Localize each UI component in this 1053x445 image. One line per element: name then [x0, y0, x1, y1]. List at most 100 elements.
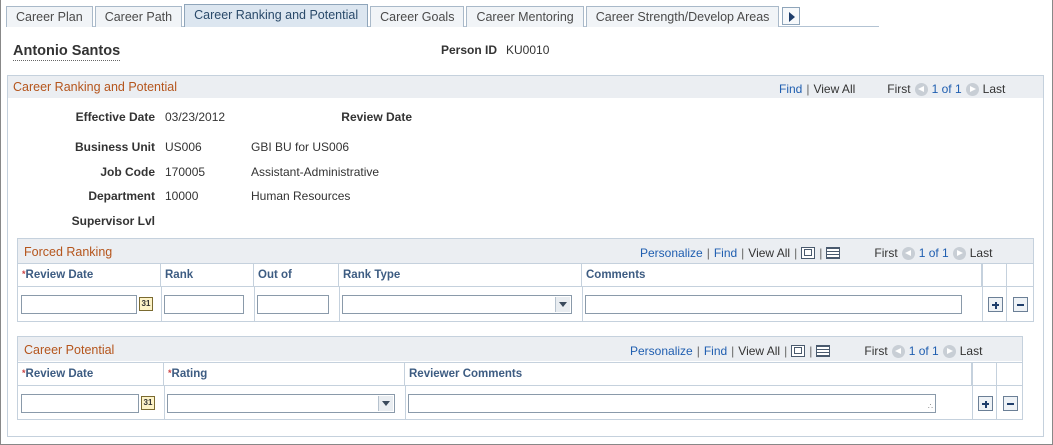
forced-ranking-nav: Personalize | Find | View All | | First … [640, 246, 992, 260]
tab-career-mentoring[interactable]: Career Mentoring [466, 6, 584, 27]
forced-ranking-column-headers: *Review Date Rank Out of Rank Type Comme… [18, 263, 1033, 287]
column-reviewer-comments[interactable]: Reviewer Comments [405, 363, 972, 386]
view-all-link[interactable]: View All [748, 246, 790, 260]
column-review-date[interactable]: *Review Date [18, 264, 161, 287]
cell-divider [996, 362, 997, 419]
tab-bar: Career Plan Career Path Career Ranking a… [6, 4, 801, 27]
nav-separator: | [794, 246, 798, 260]
row-count: 1 of 1 [918, 246, 949, 260]
career-potential-nav: Personalize | Find | View All | | First … [630, 344, 982, 358]
nav-separator: | [806, 82, 810, 96]
nav-separator: | [696, 344, 700, 358]
nav-separator: | [809, 344, 813, 358]
cell-divider [164, 386, 165, 419]
job-code-value: 170005 [165, 165, 206, 179]
person-id-value: KU0010 [506, 43, 550, 57]
calendar-icon[interactable]: 31 [139, 297, 153, 311]
arrow-left-icon[interactable] [914, 82, 928, 96]
cell-divider [582, 287, 583, 321]
person-id-label: Person ID [441, 43, 498, 57]
review-date-input[interactable] [21, 394, 139, 413]
department-label: Department [88, 189, 155, 203]
column-rating-label: Rating [171, 368, 208, 380]
grid-download-icon[interactable] [826, 247, 841, 259]
effective-date-label: Effective Date [75, 110, 155, 124]
career-ranking-title: Career Ranking and Potential [13, 80, 177, 94]
personalize-link[interactable]: Personalize [630, 344, 693, 358]
job-code-description: Assistant-Administrative [251, 165, 380, 179]
first-label: First [874, 246, 898, 260]
plus-icon[interactable] [978, 396, 993, 411]
find-link[interactable]: Find [714, 246, 737, 260]
column-review-date[interactable]: *Review Date [18, 363, 164, 386]
cell-divider [982, 263, 983, 321]
career-potential-column-headers: *Review Date *Rating Reviewer Comments [18, 362, 1022, 386]
column-comments[interactable]: Comments [582, 264, 982, 287]
minus-icon[interactable] [1013, 297, 1028, 312]
cell-divider [1006, 263, 1007, 321]
forced-ranking-grid: Forced Ranking Personalize | Find | View… [17, 238, 1034, 322]
minus-icon[interactable] [1003, 396, 1018, 411]
find-link[interactable]: Find [704, 344, 727, 358]
arrow-right-icon[interactable] [952, 246, 966, 260]
arrow-right-icon[interactable] [965, 82, 979, 96]
row-count: 1 of 1 [908, 344, 939, 358]
chevron-down-icon[interactable] [555, 297, 570, 312]
forced-ranking-title: Forced Ranking [24, 245, 113, 259]
zoom-icon[interactable] [791, 345, 806, 357]
department-description: Human Resources [251, 189, 351, 203]
forced-ranking-header: Forced Ranking Personalize | Find | View… [18, 239, 1033, 263]
review-date-input[interactable] [21, 295, 137, 314]
personalize-link[interactable]: Personalize [640, 246, 703, 260]
chevron-down-icon[interactable] [378, 396, 393, 411]
view-all-link[interactable]: View All [738, 344, 780, 358]
arrow-left-icon[interactable] [891, 344, 905, 358]
row-count: 1 of 1 [931, 82, 962, 96]
nav-separator: | [741, 246, 745, 260]
last-label: Last [969, 246, 993, 260]
arrow-right-icon[interactable] [942, 344, 956, 358]
resize-grip-icon[interactable]: ∴ [928, 403, 933, 411]
calendar-icon[interactable]: 31 [141, 396, 155, 410]
tab-career-goals[interactable]: Career Goals [370, 6, 465, 27]
cell-divider [405, 386, 406, 419]
career-ranking-group: Career Ranking and Potential Find | View… [7, 75, 1044, 437]
rank-input[interactable] [164, 295, 244, 314]
nav-separator: | [784, 344, 788, 358]
rank-type-select[interactable] [342, 295, 572, 314]
grid-download-icon[interactable] [816, 345, 831, 357]
tab-career-path[interactable]: Career Path [94, 6, 183, 27]
cell-divider [339, 287, 340, 321]
find-link[interactable]: Find [779, 82, 802, 96]
tab-career-ranking-and-potential[interactable]: Career Ranking and Potential [184, 4, 369, 27]
rating-select[interactable] [167, 394, 395, 413]
column-rank[interactable]: Rank [161, 264, 254, 287]
career-potential-grid: Career Potential Personalize | Find | Vi… [17, 336, 1023, 420]
tab-career-strength-develop-areas[interactable]: Career Strength/Develop Areas [585, 6, 780, 27]
column-rating[interactable]: *Rating [164, 363, 405, 386]
cell-divider [254, 287, 255, 321]
reviewer-comments-input[interactable]: ∴ [408, 394, 936, 413]
business-unit-value: US006 [165, 140, 202, 154]
column-review-date-label: Review Date [25, 368, 94, 380]
tab-scroll-right-icon[interactable] [782, 7, 801, 25]
tab-career-plan[interactable]: Career Plan [6, 6, 93, 27]
business-unit-label: Business Unit [74, 140, 155, 154]
arrow-left-icon[interactable] [901, 246, 915, 260]
out-of-input[interactable] [257, 295, 329, 314]
business-unit-description: GBI BU for US006 [251, 140, 350, 154]
first-label: First [864, 344, 888, 358]
career-ranking-nav: Find | View All First 1 of 1 Last [779, 82, 1005, 96]
comments-input[interactable] [585, 295, 962, 314]
column-rank-type[interactable]: Rank Type [339, 264, 582, 287]
view-all-link[interactable]: View All [813, 82, 855, 96]
supervisor-level-label: Supervisor Lvl [71, 214, 155, 228]
career-potential-header: Career Potential Personalize | Find | Vi… [18, 337, 1022, 361]
nav-separator: | [731, 344, 735, 358]
career-potential-title: Career Potential [24, 343, 115, 357]
plus-icon[interactable] [988, 297, 1003, 312]
column-out-of[interactable]: Out of [254, 264, 339, 287]
job-code-label: Job Code [100, 165, 155, 179]
zoom-icon[interactable] [801, 247, 816, 259]
last-label: Last [982, 82, 1006, 96]
